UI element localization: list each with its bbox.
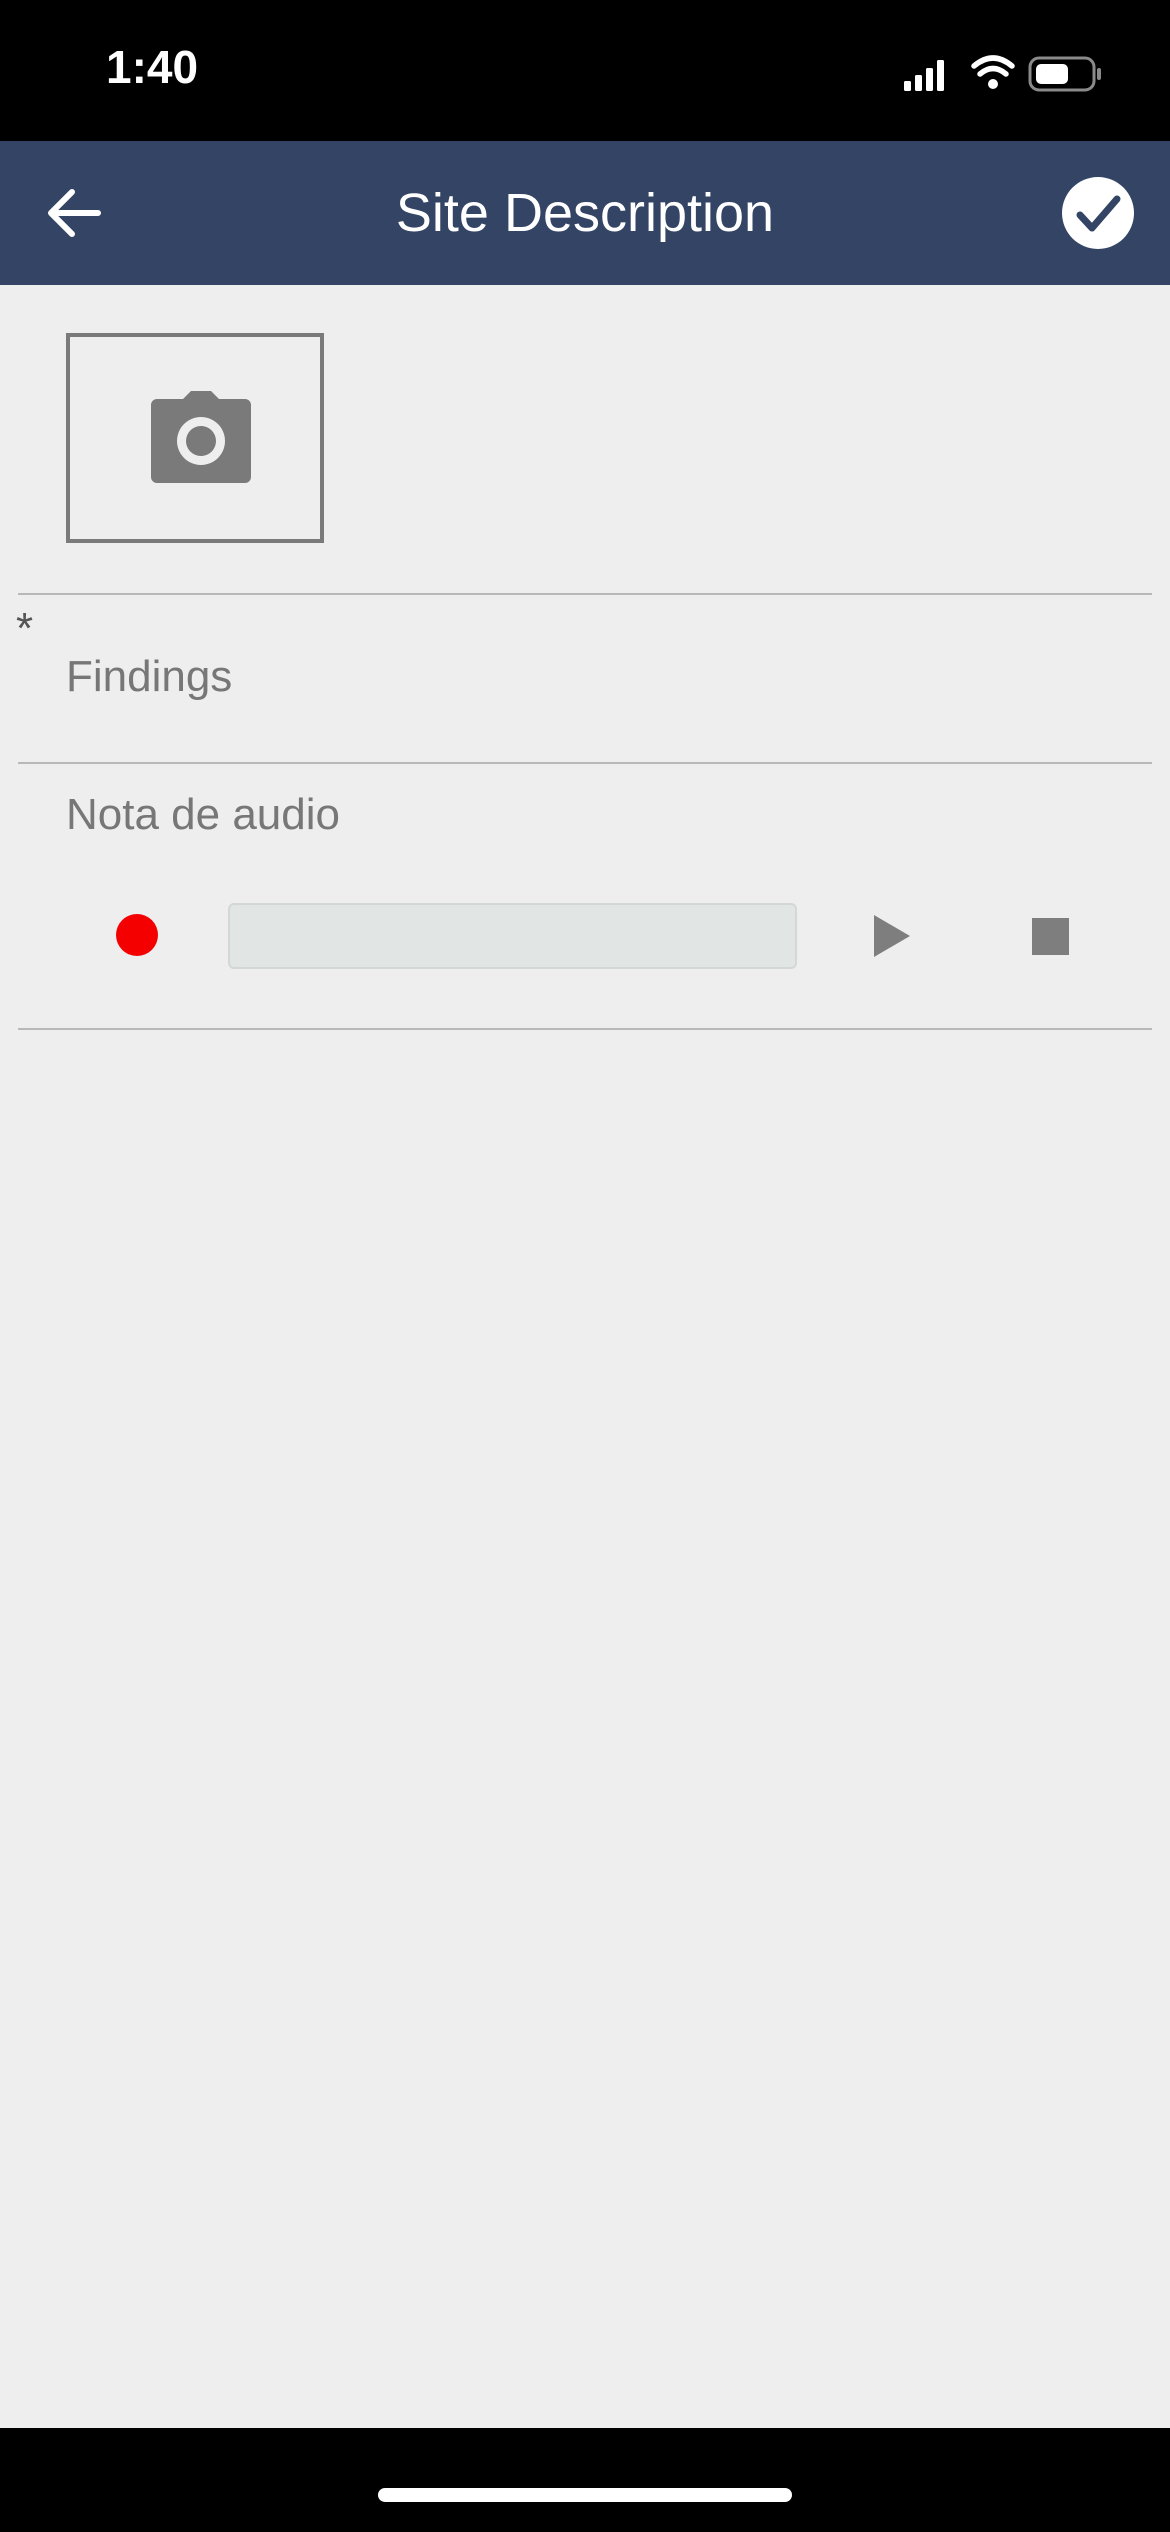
camera-icon — [151, 391, 251, 483]
add-photo-button[interactable] — [66, 333, 324, 543]
required-marker: * — [16, 604, 34, 653]
status-bar: 1:40 — [0, 0, 1170, 141]
page-title: Site Description — [395, 183, 775, 243]
nav-bar: Site Description — [0, 141, 1170, 285]
check-circle-icon — [1062, 177, 1134, 249]
divider — [18, 593, 1152, 595]
home-bar — [0, 2428, 1170, 2532]
status-icons — [904, 54, 1114, 94]
play-button[interactable] — [874, 915, 910, 957]
stop-icon[interactable] — [1032, 918, 1069, 955]
done-button[interactable] — [1060, 175, 1136, 251]
signal-wifi-battery-icon — [904, 55, 1101, 92]
divider — [18, 1028, 1152, 1030]
play-icon — [874, 915, 910, 957]
status-time: 1:40 — [106, 41, 199, 93]
findings-field[interactable]: Findings — [66, 652, 232, 702]
audio-progress-bar — [228, 903, 797, 969]
audio-note-label: Nota de audio — [66, 790, 340, 839]
home-indicator[interactable] — [378, 2488, 792, 2502]
record-icon[interactable] — [116, 914, 158, 956]
divider — [18, 762, 1152, 764]
